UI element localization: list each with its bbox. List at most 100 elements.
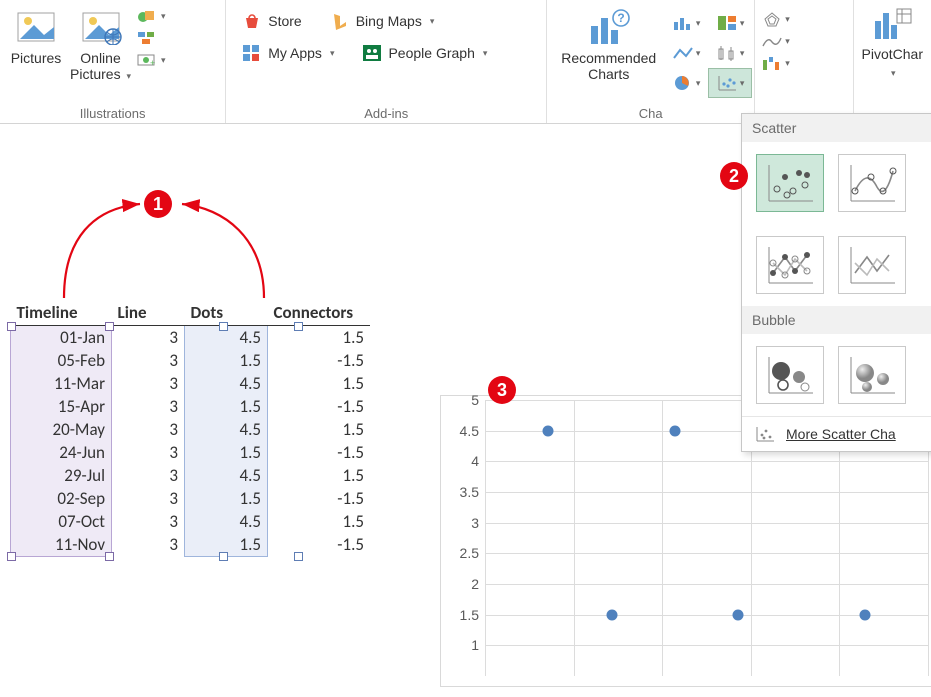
chart-point [543,425,554,436]
cell-line[interactable]: 3 [112,487,185,510]
cell-timeline[interactable]: 05-Feb [11,349,112,372]
cell-line[interactable]: 3 [112,326,185,350]
cell-line[interactable]: 3 [112,418,185,441]
smartart-icon [137,30,155,46]
cell-connectors[interactable]: 1.5 [268,372,371,395]
cell-timeline[interactable]: 15-Apr [11,395,112,418]
cell-dots[interactable]: 1.5 [185,349,268,372]
table-row[interactable]: 24-Jun31.5-1.5 [11,441,371,464]
cell-line[interactable]: 3 [112,441,185,464]
hierarchy-chart-button[interactable]: ▾ [708,8,752,38]
chart-point [733,609,744,620]
bubble-section-label: Bubble [742,306,931,334]
svg-text:?: ? [617,11,624,25]
line-chart-button[interactable]: ▾ [664,38,708,68]
cell-connectors[interactable]: -1.5 [268,533,371,557]
cell-dots[interactable]: 1.5 [185,487,268,510]
cell-timeline[interactable]: 24-Jun [11,441,112,464]
bubble-3d-tile[interactable] [838,346,906,404]
table-row[interactable]: 15-Apr31.5-1.5 [11,395,371,418]
ribbon: Pictures Online Pictures ▾ ▾ + ▾ Illustr… [0,0,931,124]
y-tick: 2.5 [443,545,479,561]
cell-line[interactable]: 3 [112,533,185,557]
scatter-lines-markers-tile[interactable] [756,236,824,294]
pie-chart-button[interactable]: ▾ [664,68,708,98]
cell-timeline[interactable]: 29-Jul [11,464,112,487]
bing-maps-button[interactable]: Bing Maps ▾ [330,12,435,30]
cell-line[interactable]: 3 [112,464,185,487]
table-row[interactable]: 11-Nov31.5-1.5 [11,533,371,557]
screenshot-button[interactable]: + ▾ [137,52,166,68]
cell-connectors[interactable]: -1.5 [268,349,371,372]
cell-dots[interactable]: 4.5 [185,464,268,487]
cell-timeline[interactable]: 07-Oct [11,510,112,533]
pictures-icon [10,6,62,48]
recommended-charts-button[interactable]: ? Recommended Charts [553,4,664,84]
cell-dots[interactable]: 4.5 [185,418,268,441]
online-pictures-button[interactable]: Online Pictures ▾ [66,4,135,84]
chart-point [859,609,870,620]
table-row[interactable]: 29-Jul34.51.5 [11,464,371,487]
cell-timeline[interactable]: 11-Mar [11,372,112,395]
recommended-charts-icon: ? [561,6,656,50]
chevron-down-icon: ▾ [891,68,896,78]
cell-timeline[interactable]: 20-May [11,418,112,441]
screenshot-icon: + [137,52,155,68]
cell-connectors[interactable]: -1.5 [268,487,371,510]
people-graph-button[interactable]: People Graph ▾ [362,44,487,62]
pivot-chart-button[interactable]: PivotChar ▾ [862,2,923,80]
cell-timeline[interactable]: 01-Jan [11,326,112,350]
people-graph-label: People Graph [388,45,474,61]
more-scatter-charts[interactable]: More Scatter Cha [742,416,931,451]
table-row[interactable]: 05-Feb31.5-1.5 [11,349,371,372]
stat-chart-button[interactable]: ▾ [708,38,752,68]
scatter-chart-button[interactable]: ▾ [708,68,752,98]
store-button[interactable]: Store [242,12,301,30]
chevron-down-icon: ▾ [330,48,335,59]
online-pictures-label: Online Pictures [70,50,121,82]
table-row[interactable]: 01-Jan34.51.5 [11,326,371,350]
table-row[interactable]: 02-Sep31.5-1.5 [11,487,371,510]
cell-connectors[interactable]: -1.5 [268,441,371,464]
y-tick: 2 [443,576,479,592]
cell-dots[interactable]: 4.5 [185,372,268,395]
surface-chart-button[interactable]: ▾ [761,32,846,50]
cell-line[interactable]: 3 [112,510,185,533]
column-chart-button[interactable]: ▾ [664,8,708,38]
data-table: Timeline Line Dots Connectors 01-Jan34.5… [10,300,450,557]
y-tick: 1 [443,637,479,653]
store-label: Store [268,13,301,29]
cell-dots[interactable]: 1.5 [185,395,268,418]
scatter-dropdown: Scatter Bubble [741,113,931,452]
radar-chart-button[interactable]: ▾ [761,10,846,28]
waterfall-chart-button[interactable]: ▾ [761,54,846,72]
scatter-smooth-markers-tile[interactable] [838,154,906,212]
chart-point [669,425,680,436]
table-row[interactable]: 20-May34.51.5 [11,418,371,441]
cell-dots[interactable]: 1.5 [185,441,268,464]
table-row[interactable]: 07-Oct34.51.5 [11,510,371,533]
my-apps-button[interactable]: My Apps ▾ [242,44,334,62]
cell-dots[interactable]: 4.5 [185,510,268,533]
cell-timeline[interactable]: 02-Sep [11,487,112,510]
cell-connectors[interactable]: 1.5 [268,326,371,350]
cell-connectors[interactable]: 1.5 [268,510,371,533]
y-tick: 3 [443,515,479,531]
myapps-icon [242,44,262,62]
callout-arrows [4,148,324,308]
scatter-markers-tile[interactable] [756,154,824,212]
group-label-illustrations: Illustrations [0,106,225,121]
pictures-button[interactable]: Pictures [6,4,66,68]
scatter-lines-tile[interactable] [838,236,906,294]
smartart-button[interactable] [137,30,166,46]
table-row[interactable]: 11-Mar34.51.5 [11,372,371,395]
cell-connectors[interactable]: 1.5 [268,464,371,487]
cell-line[interactable]: 3 [112,395,185,418]
cell-line[interactable]: 3 [112,372,185,395]
shapes-button[interactable]: ▾ [137,8,166,24]
cell-connectors[interactable]: 1.5 [268,418,371,441]
cell-timeline[interactable]: 11-Nov [11,533,112,557]
cell-line[interactable]: 3 [112,349,185,372]
bubble-2d-tile[interactable] [756,346,824,404]
cell-connectors[interactable]: -1.5 [268,395,371,418]
